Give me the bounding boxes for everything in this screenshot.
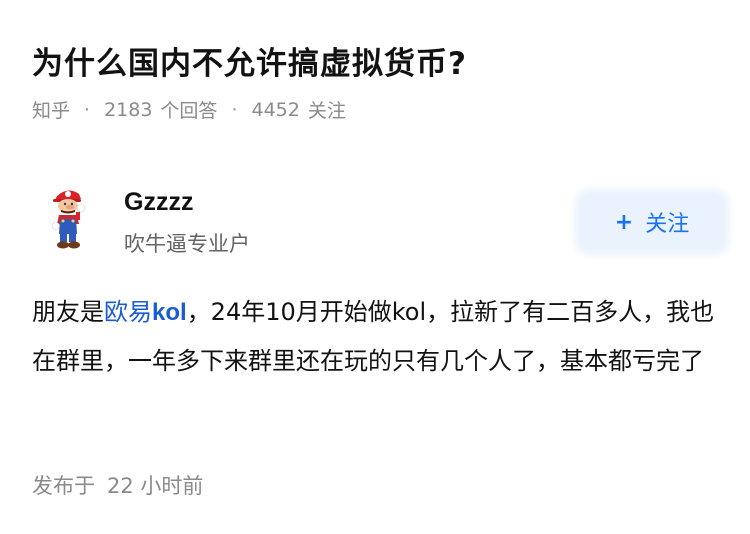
author-row: Gzzzz 吹牛逼专业户 + 关注 — [30, 180, 724, 260]
plus-icon: + — [614, 209, 634, 235]
source-label: 知乎 — [32, 100, 71, 122]
follow-button-label: 关注 — [645, 212, 690, 237]
publish-label: 发布于 — [32, 474, 95, 498]
publish-info: 发布于 22 小时前 — [32, 470, 203, 500]
publish-time: 22 小时前 — [107, 474, 204, 498]
kol-link[interactable]: kol — [152, 299, 187, 326]
follow-button[interactable]: + 关注 — [580, 194, 724, 250]
author-bio: 吹牛逼专业户 — [124, 232, 250, 256]
author-name[interactable]: Gzzzz — [124, 188, 193, 217]
answer-text-prefix: 朋友是 — [32, 298, 104, 326]
question-meta: 知乎 · 2183 个回答 · 4452 关注 — [32, 96, 346, 123]
follower-count: 4452 — [251, 98, 300, 121]
meta-separator: · — [231, 98, 238, 121]
okx-link[interactable]: 欧易 — [104, 298, 152, 326]
mario-avatar-icon[interactable] — [48, 186, 88, 250]
follower-count-label: 关注 — [307, 100, 346, 122]
meta-separator: · — [84, 98, 91, 121]
question-title[interactable]: 为什么国内不允许搞虚拟货币? — [32, 38, 467, 83]
answer-content: 朋友是欧易kol，24年10月开始做kol，拉新了有二百多人，我也在群里，一年多… — [32, 288, 724, 385]
answer-count-label[interactable]: 个回答 — [160, 96, 217, 123]
answer-count: 2183 — [104, 98, 153, 121]
